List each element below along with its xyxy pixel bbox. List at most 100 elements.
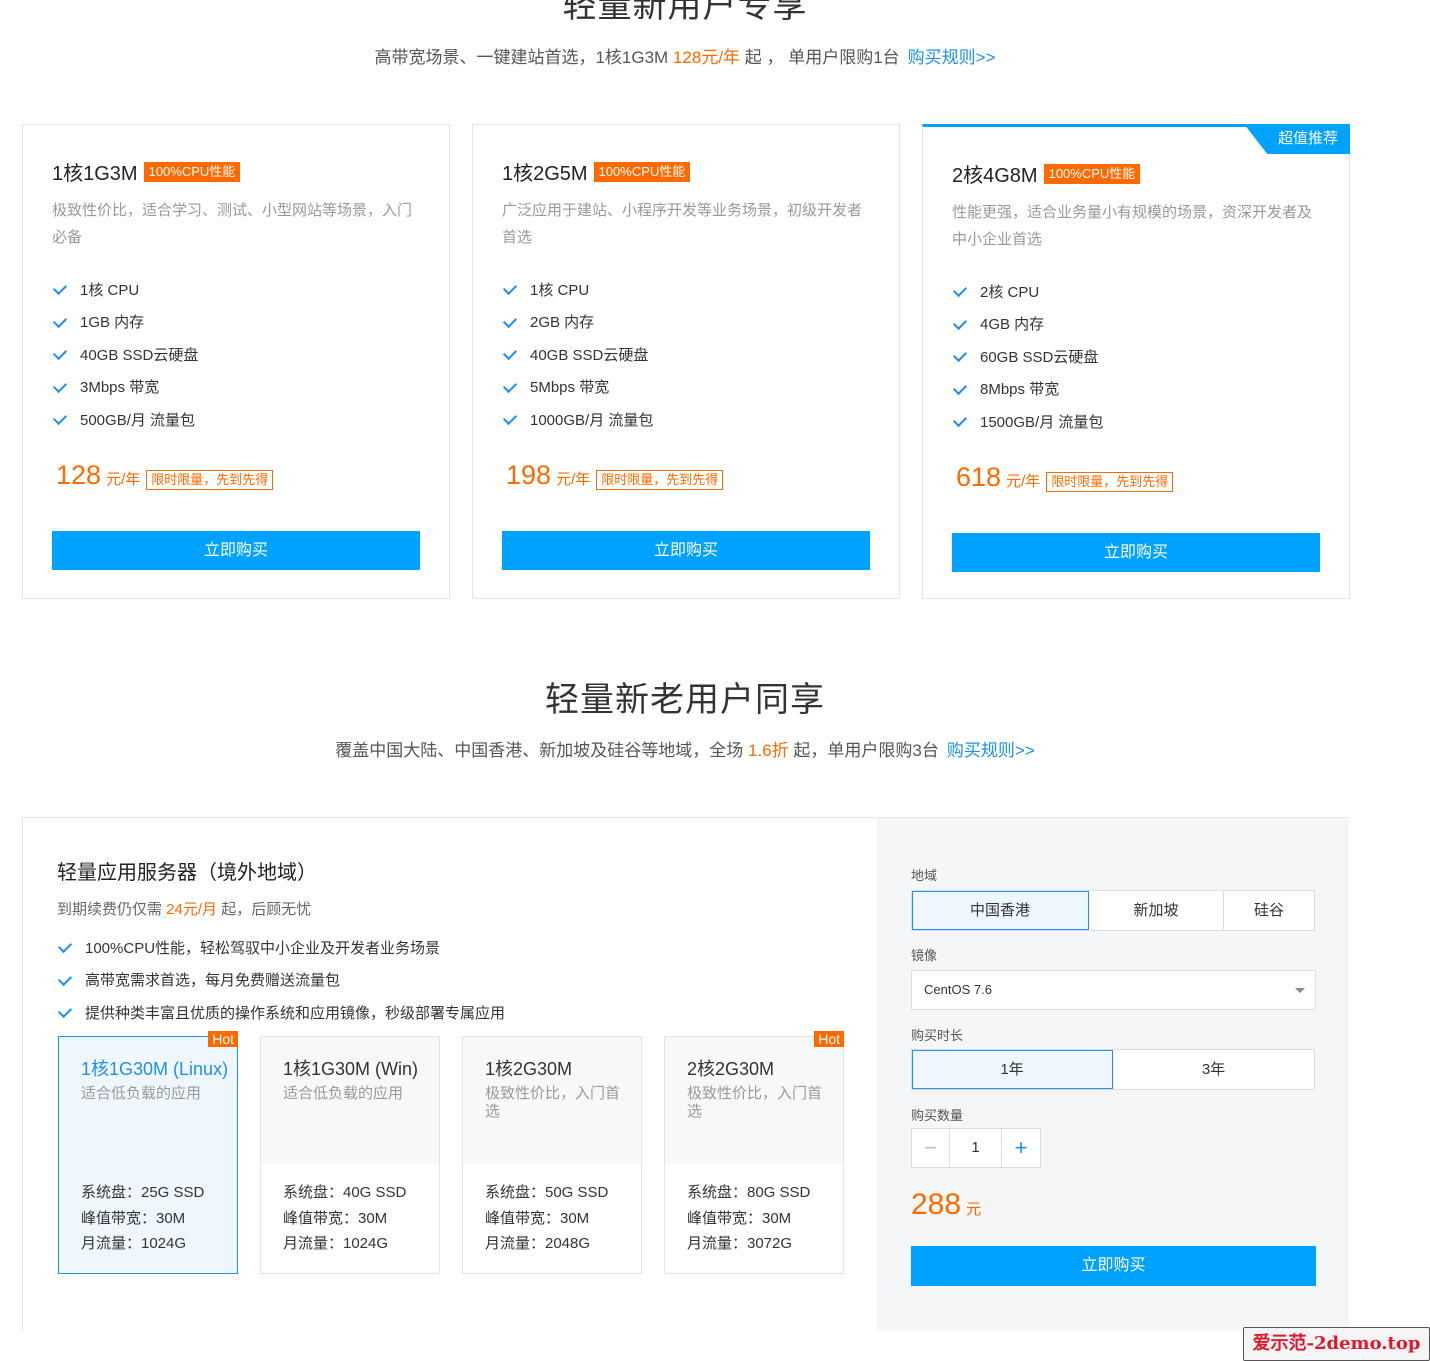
check-icon	[52, 345, 70, 363]
check-icon	[502, 378, 520, 396]
feature-text: 1000GB/月 流量包	[530, 411, 654, 429]
spec-bandwidth: 峰值带宽：30M	[687, 1209, 792, 1227]
spec-desc: 极致性价比，入门首选	[687, 1085, 823, 1120]
image-select-value: CentOS 7.6	[924, 982, 992, 997]
plan-name: 1核1G3M 100%CPU性能	[52, 157, 241, 186]
feature-text: 1核 CPU	[80, 281, 140, 299]
server-panel: 轻量应用服务器（境外地域） 到期续费仍仅需 24元/月 起，后顾无忧 100%C…	[22, 817, 1349, 1331]
buy-now-button[interactable]: 立即购买	[502, 531, 870, 570]
hot-badge: Hot	[814, 1031, 844, 1047]
feature-text: 1500GB/月 流量包	[980, 413, 1104, 431]
spec-disk: 系统盘：25G SSD	[81, 1184, 205, 1201]
check-icon	[952, 380, 970, 398]
feature-text: 3Mbps 带宽	[80, 379, 160, 397]
price-value: 128	[56, 460, 102, 490]
feature-text: 5Mbps 带宽	[530, 379, 610, 397]
feature-text: 1核 CPU	[530, 281, 590, 299]
panel-feature-list: 100%CPU性能，轻松驾驭中小企业及开发者业务场景 高带宽需求首选，每月免费赠…	[57, 931, 505, 1029]
minus-button[interactable]: −	[912, 1129, 950, 1167]
region-option-siliconvalley[interactable]: 硅谷	[1224, 891, 1314, 930]
feature-text: 60GB SSD云硬盘	[980, 348, 1099, 366]
spec-traffic: 月流量：1024G	[81, 1235, 187, 1252]
panel-subtitle: 到期续费仍仅需 24元/月 起，后顾无忧	[57, 898, 311, 919]
spec-card-2[interactable]: 1核1G30M (Win) 适合低负载的应用 系统盘：40G SSD 峰值带宽：…	[260, 1036, 440, 1274]
cpu-badge: 100%CPU性能	[1043, 163, 1141, 184]
subtitle-price: 128元/年	[672, 48, 741, 67]
check-icon	[952, 412, 970, 430]
price-row: 198 元/年 限时限量，先到先得	[506, 460, 724, 491]
feature-text: 提供种类丰富且优质的操作系统和应用镜像，秒级部署专属应用	[85, 1004, 506, 1022]
quantity-input[interactable]: 1	[950, 1129, 1002, 1167]
panel-buy-now-button[interactable]: 立即购买	[911, 1246, 1316, 1286]
check-icon	[502, 313, 520, 331]
region-option-hongkong[interactable]: 中国香港	[912, 891, 1089, 930]
subtitle-text: 高带宽场景、一键建站首选，1核1G3M	[374, 48, 673, 67]
spec-desc: 极致性价比，入门首选	[485, 1085, 621, 1120]
panel-info: 轻量应用服务器（境外地域） 到期续费仍仅需 24元/月 起，后顾无忧 100%C…	[23, 818, 877, 1331]
feature-item: 100%CPU性能，轻松驾驭中小企业及开发者业务场景	[57, 931, 505, 964]
spec-bandwidth: 峰值带宽：30M	[485, 1209, 590, 1227]
spec-name: 1核1G30M (Linux)	[81, 1059, 229, 1079]
check-icon	[952, 347, 970, 365]
section1-title: 轻量新用户专享	[562, 0, 808, 25]
feature-text: 500GB/月 流量包	[80, 411, 196, 429]
buy-now-button[interactable]: 立即购买	[52, 531, 420, 570]
check-icon	[502, 345, 520, 363]
check-icon	[502, 410, 520, 428]
check-icon	[52, 280, 70, 298]
spec-disk: 系统盘：40G SSD	[283, 1184, 407, 1201]
plan-name-text: 1核1G3M	[52, 163, 138, 185]
buy-now-button[interactable]: 立即购买	[952, 533, 1320, 572]
feature-text: 40GB SSD云硬盘	[530, 346, 649, 364]
spec-card-4[interactable]: Hot 2核2G30M 极致性价比，入门首选 系统盘：80G SSD 峰值带宽：…	[664, 1031, 844, 1274]
spec-desc: 适合低负载的应用	[81, 1085, 202, 1102]
purchase-rules-link[interactable]: 购买规则>>	[947, 741, 1035, 760]
spec-attrs: 系统盘：50G SSD 峰值带宽：30M 月流量：2048G	[485, 1180, 608, 1257]
spec-bandwidth: 峰值带宽：30M	[283, 1209, 388, 1227]
feature-list: 1核 CPU 2GB 内存 40GB SSD云硬盘 5Mbps 带宽 1000G…	[502, 273, 653, 436]
quantity-stepper: − 1 +	[911, 1128, 1041, 1168]
feature-text: 40GB SSD云硬盘	[80, 346, 199, 364]
subtitle-discount: 1.6折	[748, 741, 789, 760]
image-select[interactable]: CentOS 7.6	[911, 970, 1316, 1010]
spec-attrs: 系统盘：80G SSD 峰值带宽：30M 月流量：3072G	[687, 1180, 810, 1257]
section2-subtitle: 覆盖中国大陆、中国香港、新加坡及硅谷等地域，全场 1.6折 起，单用户限购3台购…	[0, 736, 1370, 761]
total-price-unit: 元	[966, 1201, 982, 1218]
spec-card-1[interactable]: Hot 1核1G30M (Linux) 适合低负载的应用 系统盘：25G SSD…	[58, 1031, 238, 1274]
panel-title: 轻量应用服务器（境外地域）	[57, 862, 317, 884]
purchase-rules-link[interactable]: 购买规则>>	[908, 48, 996, 67]
watermark-logo: 爱示范-2demo.top	[1243, 1327, 1430, 1361]
spec-desc: 适合低负载的应用	[283, 1085, 404, 1102]
duration-option-3y[interactable]: 3年	[1113, 1050, 1314, 1089]
subtitle-text: 起，单用户限购3台	[788, 741, 939, 760]
spec-name: 1核1G30M (Win)	[283, 1059, 419, 1079]
region-option-singapore[interactable]: 新加坡	[1089, 891, 1224, 930]
limit-tag: 限时限量，先到先得	[1046, 472, 1174, 492]
check-icon	[52, 378, 70, 396]
plus-button[interactable]: +	[1002, 1129, 1040, 1167]
spec-card-3[interactable]: 1核2G30M 极致性价比，入门首选 系统盘：50G SSD 峰值带宽：30M …	[462, 1036, 642, 1274]
subtitle-text: 覆盖中国大陆、中国香港、新加坡及硅谷等地域，全场	[335, 741, 749, 760]
spec-traffic: 月流量：2048G	[485, 1235, 591, 1252]
spec-traffic: 月流量：3072G	[687, 1235, 793, 1252]
plan-name: 1核2G5M 100%CPU性能	[502, 157, 691, 186]
feature-text: 高带宽需求首选，每月免费赠送流量包	[85, 972, 341, 990]
price-value: 618	[956, 462, 1002, 492]
feature-text: 2核 CPU	[980, 283, 1040, 301]
spec-traffic: 月流量：1024G	[283, 1235, 389, 1252]
spec-disk: 系统盘：80G SSD	[687, 1184, 811, 1201]
quantity-label: 购买数量	[911, 1108, 964, 1123]
hot-badge: Hot	[208, 1031, 238, 1047]
subtitle-text: 起 ， 单用户限购1台	[740, 48, 900, 67]
chevron-down-icon	[1295, 988, 1305, 993]
price-unit: 元/年	[1006, 473, 1041, 490]
feature-item: 40GB SSD云硬盘	[502, 338, 653, 371]
plan-desc: 广泛应用于建站、小程序开发等业务场景，初级开发者首选	[502, 202, 863, 246]
section1-subtitle: 高带宽场景、一键建站首选，1核1G3M 128元/年 起 ， 单用户限购1台 购买…	[0, 43, 1370, 68]
duration-option-1y[interactable]: 1年	[912, 1050, 1113, 1089]
feature-item: 2核 CPU	[952, 275, 1103, 308]
check-icon	[52, 313, 70, 331]
check-icon	[57, 938, 75, 956]
feature-item: 提供种类丰富且优质的操作系统和应用镜像，秒级部署专属应用	[57, 996, 505, 1029]
feature-item: 8Mbps 带宽	[952, 373, 1103, 406]
